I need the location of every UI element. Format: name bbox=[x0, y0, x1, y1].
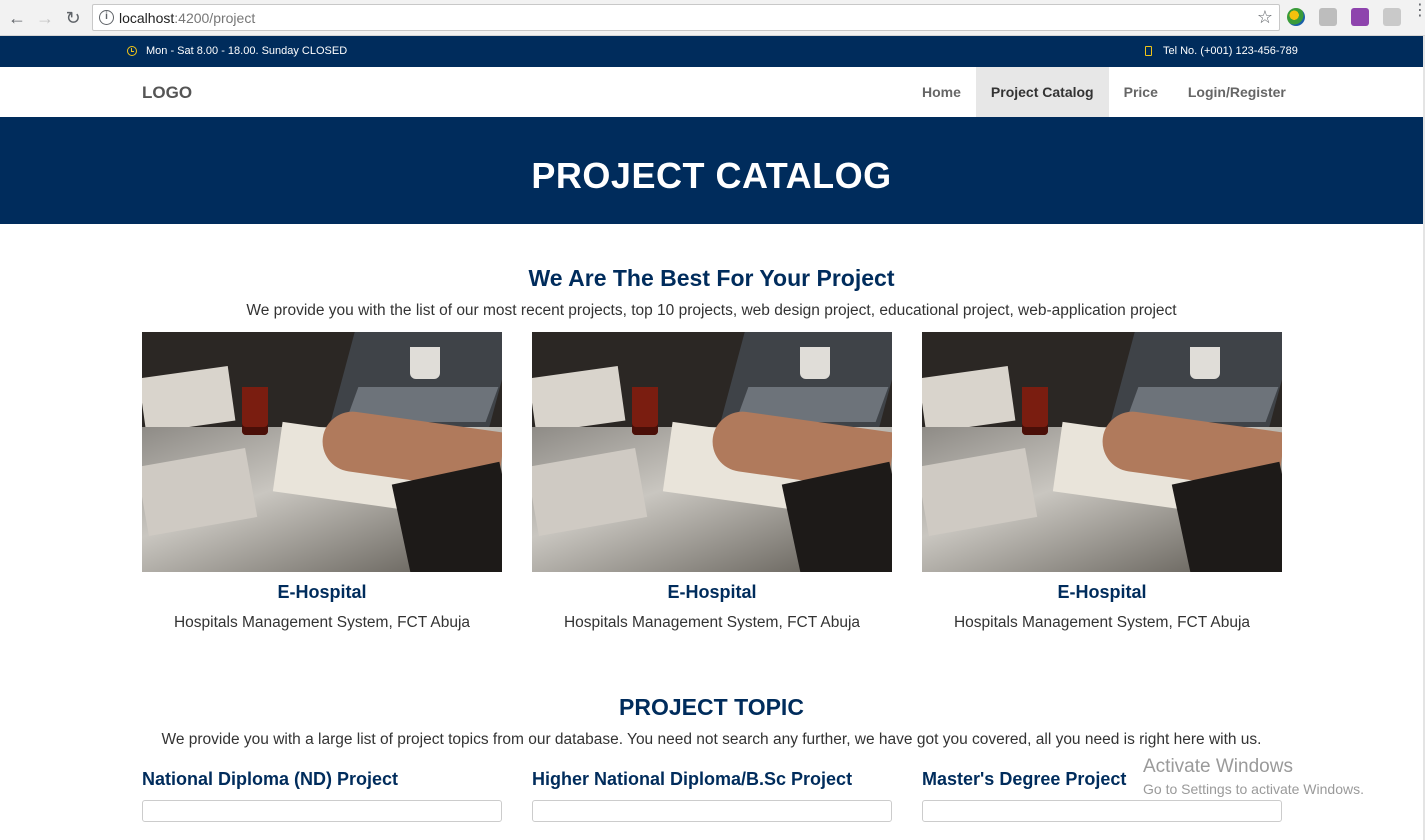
topics-title: PROJECT TOPIC bbox=[619, 694, 804, 720]
project-description: Hospitals Management System, FCT Abuja bbox=[563, 614, 861, 631]
topic-heading-masters: Master's Degree Project bbox=[922, 769, 1127, 789]
back-arrow-icon[interactable]: ← bbox=[5, 6, 29, 30]
project-card[interactable]: E-Hospital Hospitals Management System, … bbox=[142, 332, 502, 632]
url-host: localhost bbox=[119, 10, 175, 26]
extension-android-icon[interactable] bbox=[1319, 8, 1337, 26]
project-description: Hospitals Management System, FCT Abuja bbox=[953, 614, 1251, 631]
topics-subtitle: We provide you with a large list of proj… bbox=[161, 731, 1262, 748]
reload-icon[interactable]: ↻ bbox=[61, 6, 85, 30]
clock-icon bbox=[127, 46, 137, 56]
address-bar[interactable]: i localhost:4200/project ☆ bbox=[92, 4, 1280, 31]
nav-item-login-register[interactable]: Login/Register bbox=[1173, 67, 1301, 117]
project-title[interactable]: E-Hospital bbox=[142, 582, 502, 603]
nav-item-project-catalog[interactable]: Project Catalog bbox=[975, 67, 1109, 117]
extension-globe-icon[interactable] bbox=[1287, 8, 1305, 26]
phone-icon bbox=[1145, 46, 1152, 56]
project-image[interactable] bbox=[922, 332, 1282, 572]
intro-title: We Are The Best For Your Project bbox=[528, 265, 895, 291]
watermark-subtitle: Go to Settings to activate Windows. bbox=[1143, 781, 1364, 797]
nav-menu: Home Project Catalog Price Login/Registe… bbox=[907, 67, 1301, 117]
phone-info: Tel No. (+001) 123-456-789 bbox=[1145, 45, 1298, 57]
topic-select-hnd-bsc[interactable] bbox=[532, 800, 892, 822]
info-icon[interactable]: i bbox=[99, 10, 114, 25]
nav-item-price[interactable]: Price bbox=[1109, 67, 1173, 117]
project-title[interactable]: E-Hospital bbox=[532, 582, 892, 603]
project-image[interactable] bbox=[142, 332, 502, 572]
project-card[interactable]: E-Hospital Hospitals Management System, … bbox=[532, 332, 892, 632]
page-title: PROJECT CATALOG bbox=[531, 155, 892, 196]
browser-menu-icon[interactable]: ⋮ bbox=[1412, 3, 1425, 19]
opening-hours: Mon - Sat 8.00 - 18.00. Sunday CLOSED bbox=[127, 45, 347, 57]
url-path: :4200/project bbox=[174, 10, 256, 26]
phone-text: Tel No. (+001) 123-456-789 bbox=[1163, 45, 1298, 57]
url-text[interactable]: localhost:4200/project bbox=[119, 10, 255, 26]
watermark-title: Activate Windows bbox=[1143, 756, 1293, 777]
bookmark-star-icon[interactable]: ☆ bbox=[1257, 7, 1273, 28]
nav-item-home[interactable]: Home bbox=[907, 67, 976, 117]
extension-pdf-icon[interactable] bbox=[1383, 8, 1401, 26]
project-title[interactable]: E-Hospital bbox=[922, 582, 1282, 603]
extension-puzzle-icon[interactable] bbox=[1351, 8, 1369, 26]
topic-heading-hnd-bsc: Higher National Diploma/B.Sc Project bbox=[532, 769, 853, 789]
page-hero: PROJECT CATALOG bbox=[0, 117, 1423, 224]
topic-select-nd[interactable] bbox=[142, 800, 502, 822]
opening-hours-text: Mon - Sat 8.00 - 18.00. Sunday CLOSED bbox=[146, 45, 348, 57]
browser-toolbar: ← → ↻ i localhost:4200/project ☆ ⋮ bbox=[0, 0, 1425, 36]
intro-subtitle: We provide you with the list of our most… bbox=[246, 302, 1177, 319]
project-description: Hospitals Management System, FCT Abuja bbox=[173, 614, 471, 631]
project-image[interactable] bbox=[532, 332, 892, 572]
top-info-bar: Mon - Sat 8.00 - 18.00. Sunday CLOSED Te… bbox=[0, 36, 1423, 67]
topic-select-masters[interactable] bbox=[922, 800, 1282, 822]
main-navbar: LOGO Home Project Catalog Price Login/Re… bbox=[0, 67, 1423, 117]
topic-heading-nd: National Diploma (ND) Project bbox=[142, 769, 399, 789]
forward-arrow-icon[interactable]: → bbox=[33, 6, 57, 30]
project-card[interactable]: E-Hospital Hospitals Management System, … bbox=[922, 332, 1282, 632]
site-logo[interactable]: LOGO bbox=[142, 83, 192, 103]
windows-activation-watermark: Activate Windows Go to Settings to activ… bbox=[1143, 756, 1364, 797]
